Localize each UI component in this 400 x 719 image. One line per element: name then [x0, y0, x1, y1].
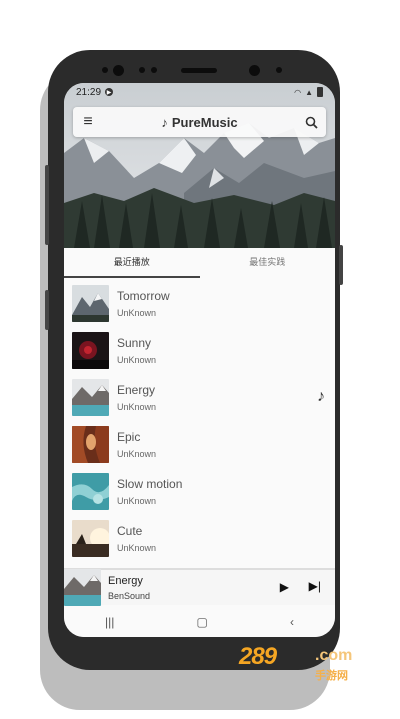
tab-best-practice[interactable]: 最佳实践 — [200, 248, 336, 278]
iris-camera — [249, 65, 260, 76]
status-time: 21:29 — [76, 86, 102, 98]
music-note-icon: ♪ — [161, 114, 168, 130]
volume-button — [45, 165, 49, 245]
watermark: 289 .com 手游网 — [237, 643, 377, 703]
album-art — [72, 473, 109, 510]
list-item[interactable]: Energy UnKnown ♪ — [64, 374, 335, 421]
sensor — [276, 67, 282, 73]
song-artist: UnKnown — [117, 355, 157, 365]
sensor — [151, 67, 157, 73]
recents-icon[interactable]: ||| — [105, 615, 114, 629]
player-song-title: Energy — [108, 575, 143, 587]
list-item[interactable]: Tomorrow UnKnown — [64, 280, 335, 327]
back-icon[interactable]: ‹ — [290, 615, 294, 629]
song-title: Tomorrow — [117, 289, 170, 303]
status-icons: ◠ ▲ — [294, 87, 323, 97]
song-title: Sunny — [117, 336, 152, 350]
battery-icon — [317, 87, 323, 97]
tab-recent[interactable]: 最近播放 — [64, 248, 200, 278]
album-art — [72, 285, 109, 322]
song-title: Slow motion — [117, 477, 183, 491]
search-icon[interactable] — [296, 107, 326, 137]
phone-screen: 21:29 ▶ ◠ ▲ ≡ ♪ PureMusic 最近播放 最佳实践 Tomo… — [64, 83, 335, 637]
menu-icon[interactable]: ≡ — [73, 107, 103, 137]
song-title: Cute — [117, 524, 143, 538]
song-artist: UnKnown — [117, 402, 157, 412]
play-icon[interactable]: ▶ — [280, 580, 289, 594]
stage: 21:29 ▶ ◠ ▲ ≡ ♪ PureMusic 最近播放 最佳实践 Tomo… — [0, 0, 400, 719]
app-title-text: PureMusic — [171, 114, 238, 130]
list-item[interactable]: Sunny UnKnown — [64, 327, 335, 374]
bixby-button — [45, 290, 49, 330]
song-title: Epic — [117, 430, 141, 444]
signal-icon: ▲ — [305, 87, 313, 97]
album-art — [72, 426, 109, 463]
song-artist: UnKnown — [117, 496, 157, 506]
album-art — [72, 332, 109, 369]
song-title: Energy — [117, 383, 156, 397]
song-artist: UnKnown — [117, 543, 157, 553]
album-art — [72, 520, 109, 557]
list-item[interactable]: Epic UnKnown — [64, 421, 335, 468]
app-title: ♪ PureMusic — [103, 115, 296, 130]
song-artist: UnKnown — [117, 449, 157, 459]
watermark-domain: .com — [315, 647, 353, 664]
watermark-number: 289 — [239, 643, 277, 670]
earpiece — [181, 68, 217, 73]
song-list: Tomorrow UnKnown Sunny UnKnown Energy Un… — [64, 280, 335, 572]
player-song-artist: BenSound — [108, 591, 151, 601]
list-item[interactable]: Slow motion UnKnown — [64, 468, 335, 515]
watermark-sub: 手游网 — [315, 670, 348, 682]
sensor — [139, 67, 145, 73]
system-nav-bar: ||| ▢ ‹ — [64, 607, 335, 637]
wifi-icon: ◠ — [294, 87, 302, 97]
tab-bar: 最近播放 最佳实践 — [64, 248, 335, 278]
status-bar: 21:29 ▶ ◠ ▲ — [64, 83, 335, 101]
sensor — [102, 67, 108, 73]
player-album-art — [64, 569, 101, 606]
power-button — [339, 245, 343, 285]
mini-player[interactable]: Energy BenSound ▶ ▶| — [64, 568, 335, 606]
album-art — [72, 379, 109, 416]
list-item[interactable]: Cute UnKnown — [64, 515, 335, 562]
skip-next-icon[interactable]: ▶| — [309, 579, 321, 593]
front-camera — [113, 65, 124, 76]
song-artist: UnKnown — [117, 308, 157, 318]
now-playing-icon: ♪ — [317, 388, 325, 405]
home-icon[interactable]: ▢ — [197, 615, 208, 629]
app-bar: ≡ ♪ PureMusic — [73, 107, 326, 137]
download-icon: ▶ — [105, 88, 114, 96]
